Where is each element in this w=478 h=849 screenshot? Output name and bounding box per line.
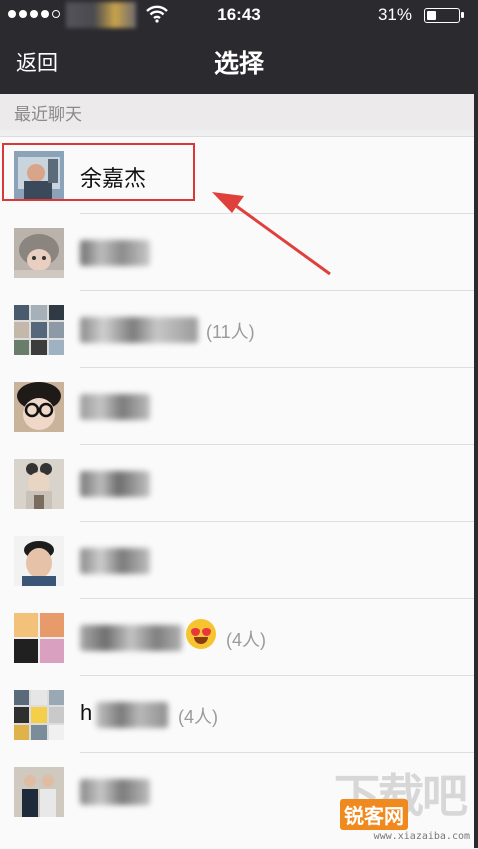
annotation-arrow-icon [212, 192, 331, 276]
watermark-badge: 锐客网 [340, 799, 408, 830]
watermark: 下载吧 锐客网 www.xiazaiba.com [334, 770, 474, 844]
watermark-url: www.xiazaiba.com [373, 831, 470, 842]
